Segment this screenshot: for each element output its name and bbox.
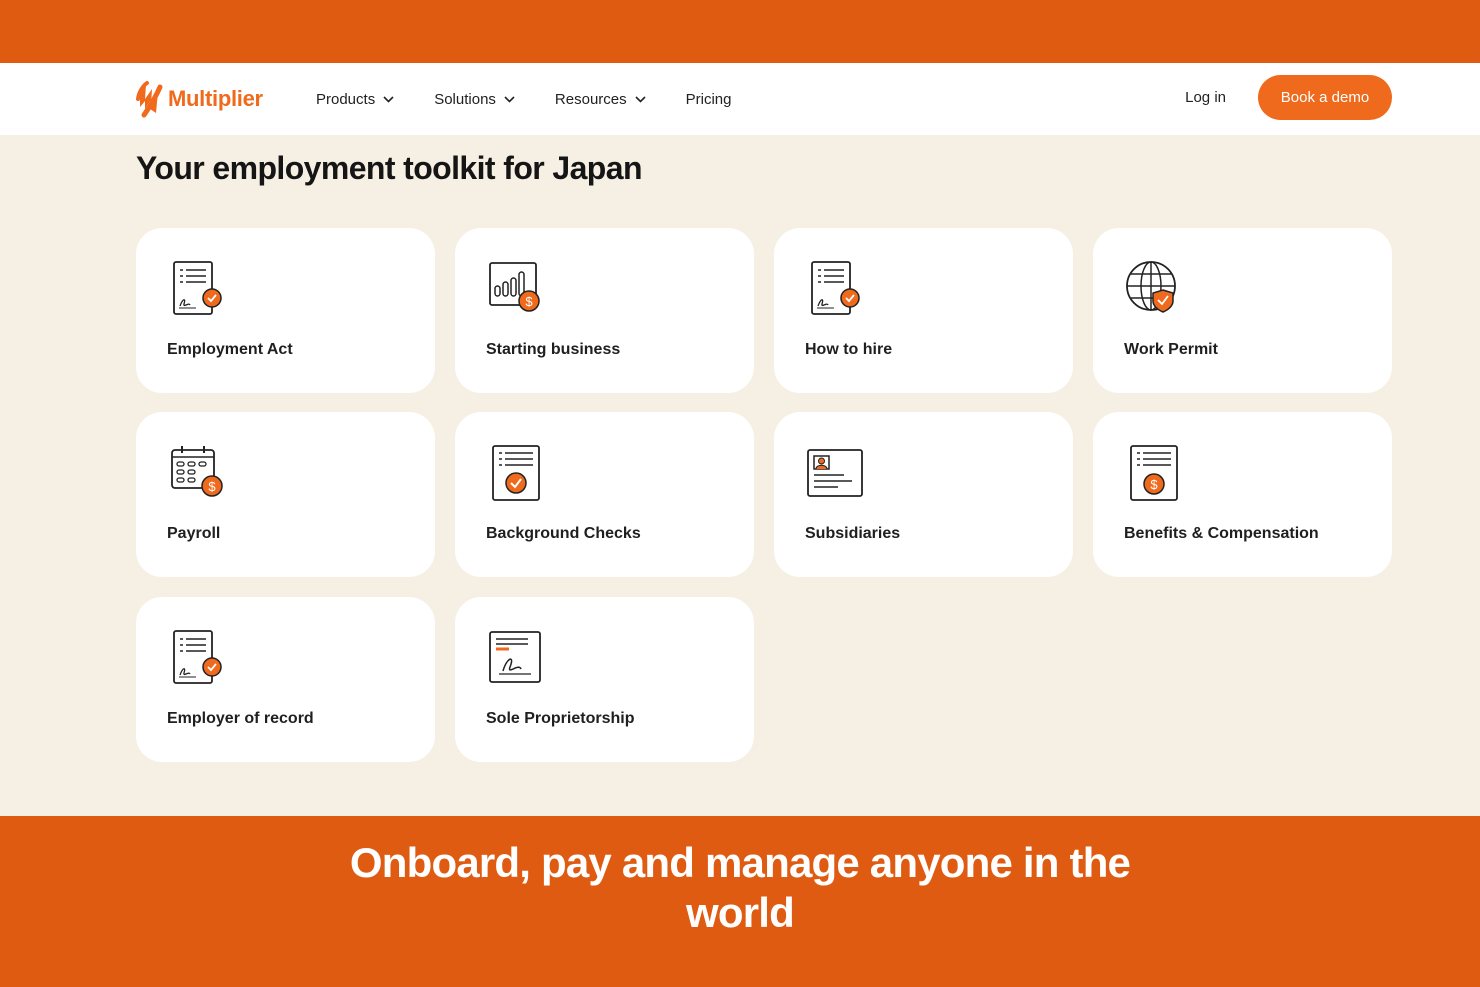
signed-document-check-icon: [173, 630, 222, 684]
chevron-down-icon: [383, 95, 394, 103]
multiplier-logo-icon: [136, 81, 163, 118]
card-label: Subsidiaries: [805, 525, 901, 542]
nav-item-label: Products: [316, 90, 376, 108]
card-how-to-hire[interactable]: How to hire: [774, 228, 1073, 393]
id-card-icon: [807, 449, 863, 497]
card-payroll[interactable]: $ Payroll: [136, 412, 435, 577]
nav-item-label: Resources: [554, 90, 627, 108]
signed-document-check-icon: [811, 261, 860, 315]
card-label: How to hire: [805, 341, 893, 358]
nav-item-label: Pricing: [685, 90, 732, 108]
card-background-checks[interactable]: Background Checks: [455, 412, 754, 577]
card-subsidiaries[interactable]: Subsidiaries: [774, 412, 1073, 577]
card-label: Payroll: [167, 525, 221, 542]
page-title: Your employment toolkit for Japan: [136, 150, 642, 186]
card-label: Employment Act: [167, 341, 293, 358]
signature-document-icon: [489, 631, 541, 683]
card-starting-business[interactable]: $ Starting business: [455, 228, 754, 393]
checklist-check-icon: [492, 445, 540, 501]
card-label: Background Checks: [486, 525, 641, 542]
card-label: Sole Proprietorship: [486, 710, 635, 727]
card-sole-proprietorship[interactable]: Sole Proprietorship: [455, 597, 754, 762]
footer-headline: Onboard, pay and manage anyone in the wo…: [349, 839, 1131, 936]
bar-chart-dollar-icon: $: [489, 262, 540, 312]
chevron-down-icon: [504, 95, 515, 103]
card-employer-of-record[interactable]: Employer of record: [136, 597, 435, 762]
nav-item-pricing[interactable]: Pricing: [686, 91, 732, 108]
top-banner: [0, 0, 1480, 63]
login-link[interactable]: Log in: [1185, 89, 1226, 106]
svg-text:$: $: [1150, 477, 1158, 492]
calendar-dollar-icon: $: [171, 446, 223, 497]
card-benefits-compensation[interactable]: $ Benefits & Compensation: [1093, 412, 1392, 577]
card-employment-act[interactable]: Employment Act: [136, 228, 435, 393]
svg-text:$: $: [208, 479, 216, 494]
globe-shield-icon: [1126, 261, 1176, 313]
logo[interactable]: Multiplier: [136, 78, 263, 120]
card-label: Starting business: [486, 341, 621, 358]
nav-item-products[interactable]: Products: [316, 91, 394, 108]
nav-item-resources[interactable]: Resources: [555, 91, 646, 108]
card-work-permit[interactable]: Work Permit: [1093, 228, 1392, 393]
footer-banner: Onboard, pay and manage anyone in the wo…: [0, 816, 1480, 987]
card-label: Work Permit: [1124, 341, 1218, 358]
logo-text: Multiplier: [168, 86, 263, 111]
book-demo-button[interactable]: Book a demo: [1258, 74, 1392, 120]
nav-menu: Products Solutions Resources Pricing: [316, 63, 771, 135]
svg-text:$: $: [525, 294, 533, 309]
card-label: Employer of record: [167, 710, 314, 727]
document-dollar-icon: $: [1130, 445, 1178, 501]
nav-actions: Log in Book a demo: [1185, 74, 1392, 120]
nav-item-label: Solutions: [434, 90, 496, 108]
top-navigation: Multiplier Products Solutions Resources …: [0, 63, 1480, 135]
card-label: Benefits & Compensation: [1124, 525, 1319, 542]
nav-item-solutions[interactable]: Solutions: [434, 91, 515, 108]
signed-document-check-icon: [173, 261, 222, 315]
chevron-down-icon: [635, 95, 646, 103]
